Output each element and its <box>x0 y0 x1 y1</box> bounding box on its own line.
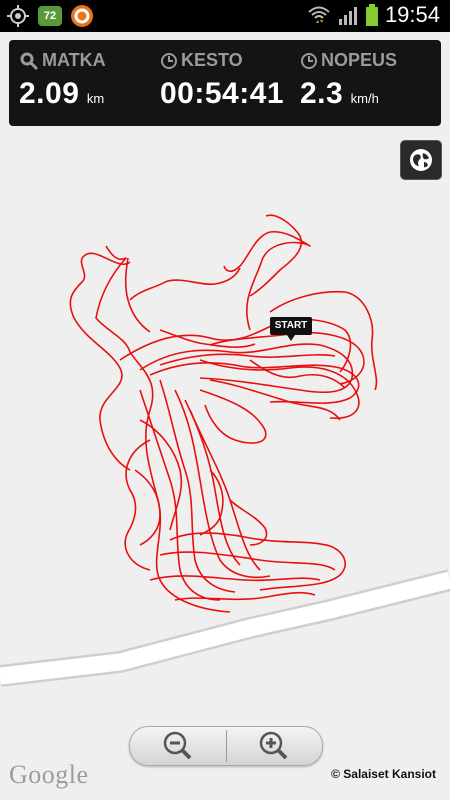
speed-value: 2.3 <box>300 77 344 110</box>
distance-label: MATKA <box>42 50 106 70</box>
duration-stat: KESTO 00:54:41 <box>160 50 284 111</box>
gps-track <box>69 214 378 613</box>
duration-label: KESTO <box>181 50 243 70</box>
wifi-icon <box>308 6 330 23</box>
signal-icon <box>338 7 357 25</box>
battery-icon <box>365 4 378 26</box>
globe-button[interactable] <box>400 140 442 180</box>
distance-header: MATKA <box>19 50 106 71</box>
distance-value-row: 2.09 km <box>19 77 106 111</box>
clock-icon <box>301 52 317 69</box>
map-view[interactable] <box>0 126 450 800</box>
duration-value: 00:54:41 <box>160 77 285 110</box>
distance-value: 2.09 <box>19 77 80 110</box>
stats-panel: MATKA 2.09 km KESTO 00:54:41 NOPEUS 2.3 … <box>9 40 441 126</box>
speed-unit: km/h <box>350 91 379 106</box>
speed-stat: NOPEUS 2.3 km/h <box>300 50 397 111</box>
google-logo: Google <box>9 760 89 789</box>
zoom-in-button[interactable] <box>227 727 323 765</box>
zoom-in-icon <box>260 731 288 760</box>
speed-label: NOPEUS <box>321 50 398 70</box>
copyright-text: © Salaiset Kansiot <box>331 767 436 781</box>
app-icon <box>71 5 93 27</box>
road-fill <box>0 571 450 685</box>
status-right: 19:54 <box>307 2 440 28</box>
zoom-control <box>129 726 323 766</box>
duration-header: KESTO <box>160 50 284 71</box>
notification-badge-icon: 72 <box>38 6 62 26</box>
zoom-out-icon <box>163 731 192 760</box>
speed-header: NOPEUS <box>300 50 397 71</box>
clock-time: 19:54 <box>384 2 440 27</box>
gps-icon <box>7 5 29 27</box>
start-marker[interactable]: START <box>270 317 312 341</box>
clock-icon <box>161 52 177 69</box>
globe-icon <box>410 149 432 171</box>
search-icon <box>20 52 39 70</box>
distance-unit: km <box>86 91 105 106</box>
speed-value-row: 2.3 km/h <box>300 77 397 111</box>
duration-value-row: 00:54:41 <box>160 77 284 111</box>
status-left: 72 <box>6 4 94 28</box>
status-bar: 72 19:54 <box>0 0 450 32</box>
distance-stat: MATKA 2.09 km <box>19 50 106 111</box>
zoom-out-button[interactable] <box>130 727 226 765</box>
